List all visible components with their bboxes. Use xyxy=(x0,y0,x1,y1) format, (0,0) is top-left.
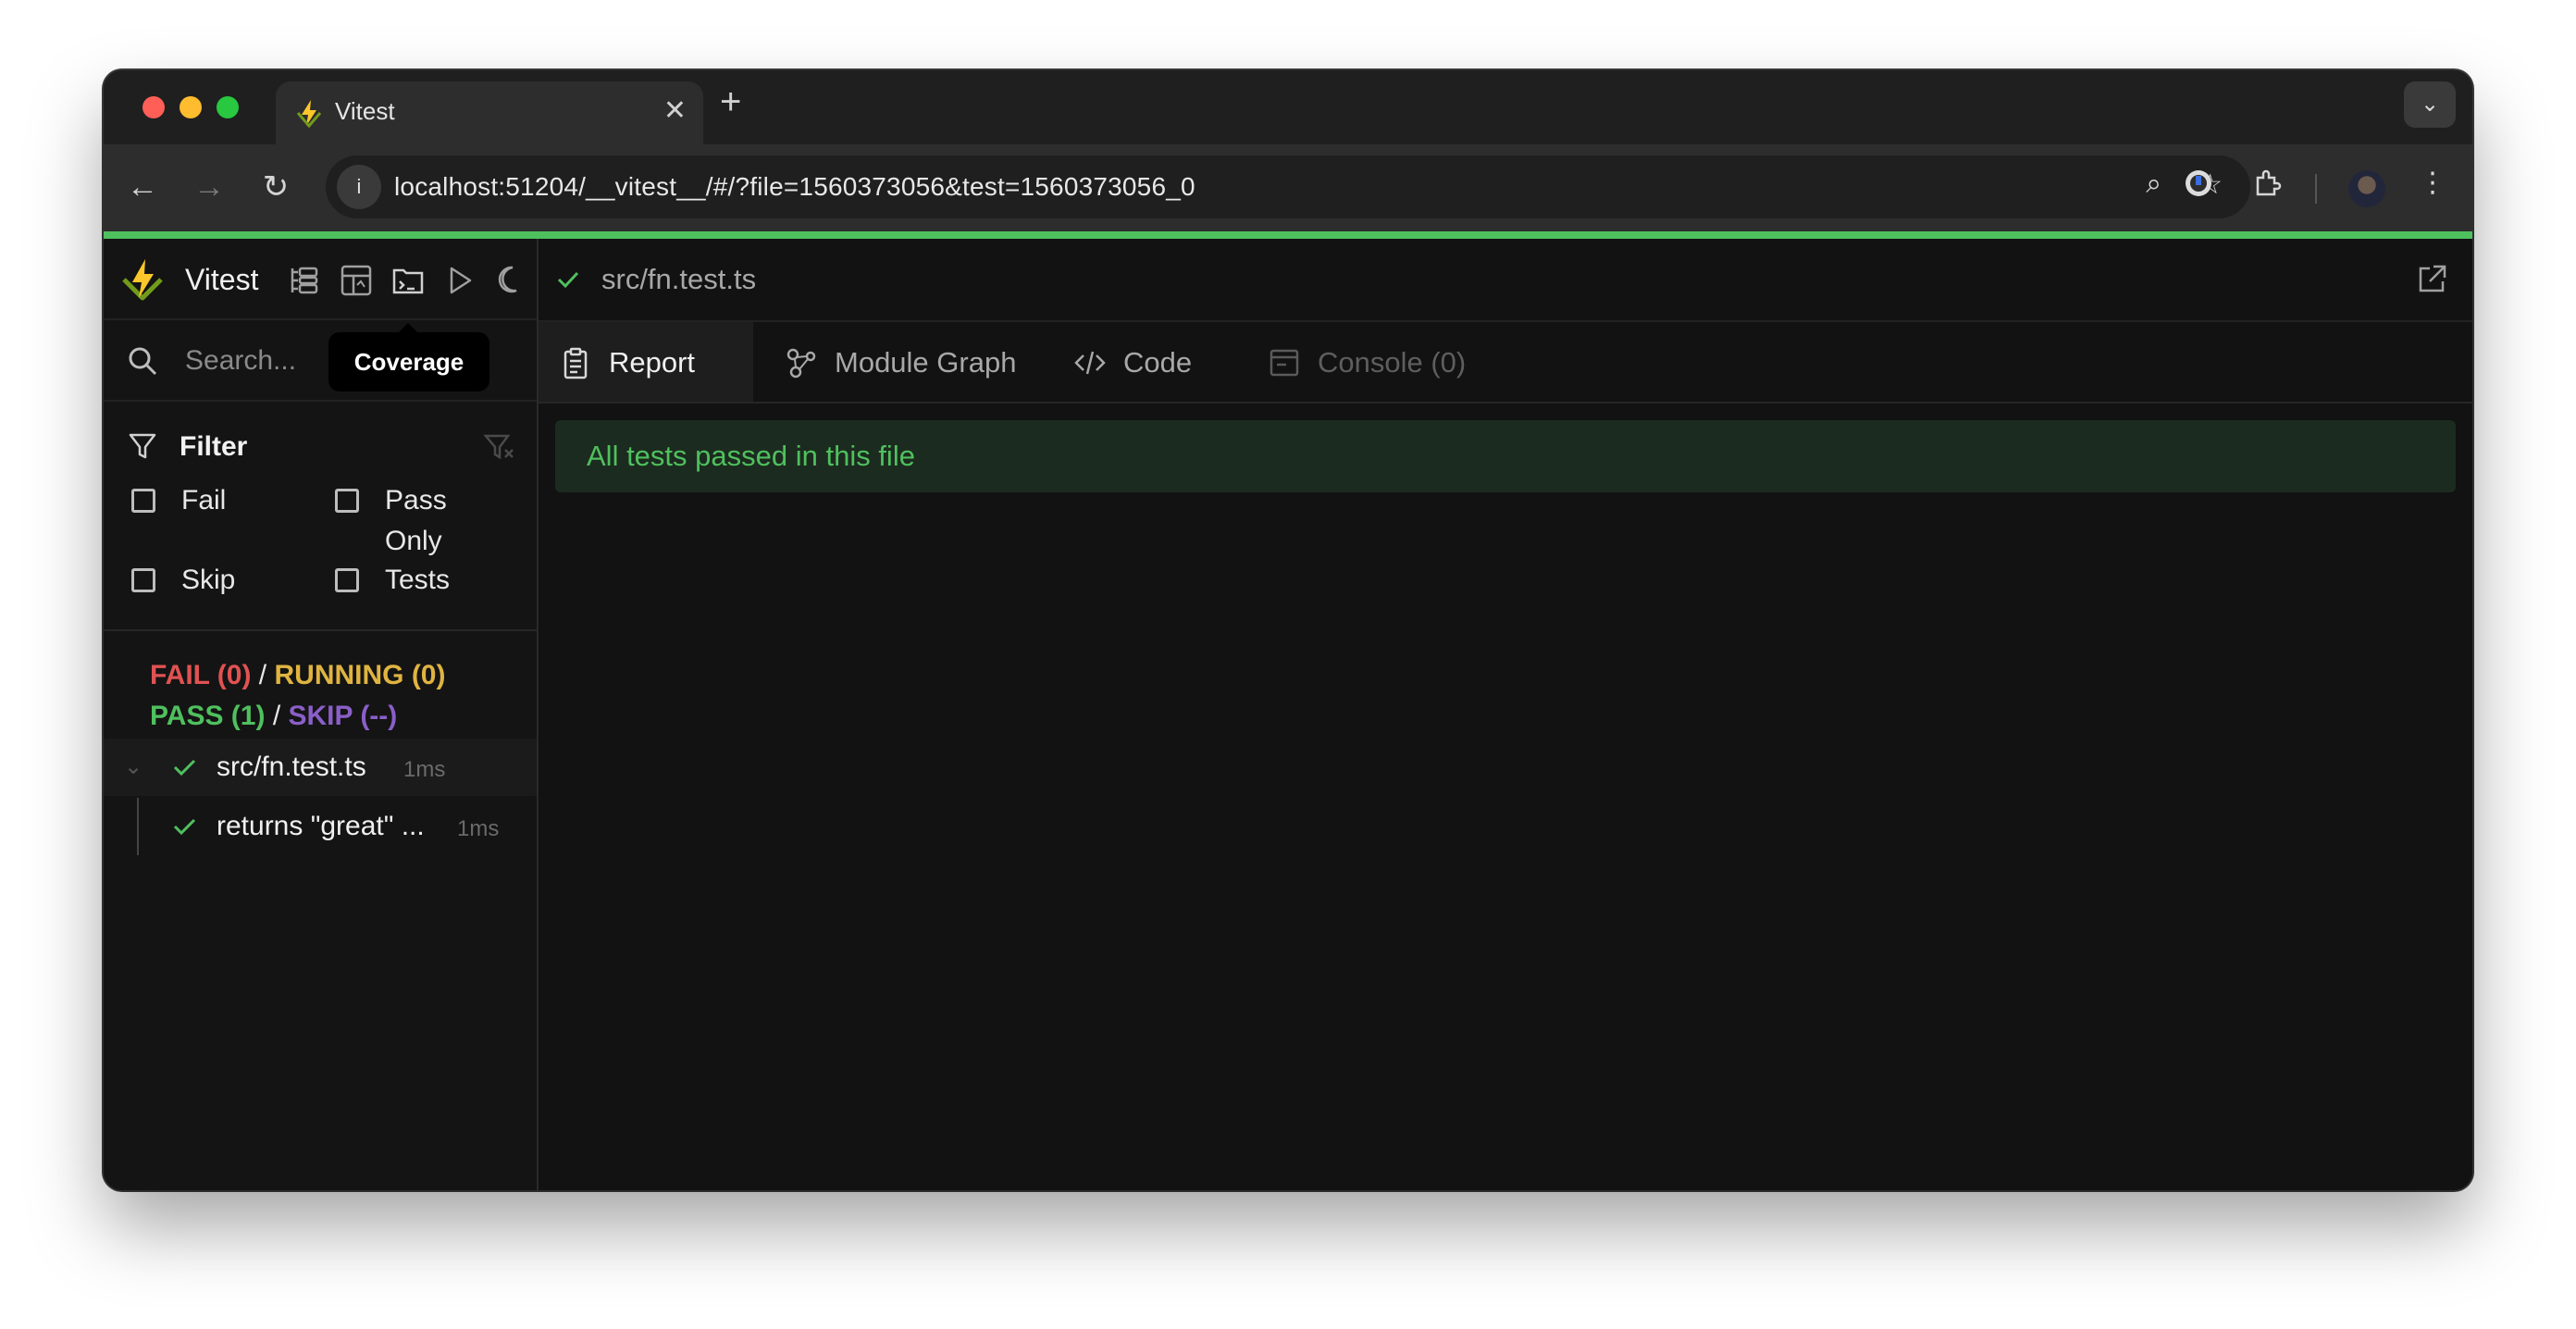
only-tests-label-line1: Only xyxy=(385,526,442,556)
browser-window: Vitest ✕ + ⌄ ← → ↻ i localhost:51204/__v… xyxy=(104,70,2472,1190)
tree-file-duration: 1ms xyxy=(403,757,446,782)
pass-checkbox[interactable] xyxy=(335,489,359,513)
reload-icon[interactable]: ↻ xyxy=(255,167,296,207)
tab-console[interactable]: Console (0) xyxy=(1247,322,1497,402)
dashboard-icon[interactable] xyxy=(339,263,374,298)
run-all-play-icon[interactable] xyxy=(442,263,477,298)
minimize-window-button[interactable] xyxy=(180,96,202,118)
current-file-path: src/fn.test.ts xyxy=(601,263,757,295)
search-icon xyxy=(129,347,157,376)
coverage-icon[interactable] xyxy=(390,263,426,298)
tree-test-duration: 1ms xyxy=(457,816,500,841)
tab-search-chevron-icon[interactable]: ⌄ xyxy=(2404,81,2456,128)
panel-tabs: Report Module Graph Code Console (0) xyxy=(539,322,2472,404)
tree-row-test[interactable]: returns "great" ... 1ms xyxy=(104,798,537,855)
tree-indent-guide xyxy=(137,798,139,855)
pass-check-icon xyxy=(173,818,196,836)
browser-tab[interactable]: Vitest ✕ xyxy=(276,81,703,144)
skip-checkbox-label: Skip xyxy=(181,565,236,595)
forward-arrow-icon[interactable]: → xyxy=(189,167,229,207)
running-count: RUNNING (0) xyxy=(274,660,446,690)
skip-count: SKIP (--) xyxy=(288,701,398,731)
url-text[interactable]: localhost:51204/__vitest__/#/?file=15603… xyxy=(394,172,1195,202)
open-external-icon[interactable] xyxy=(2415,263,2448,296)
main-header: src/fn.test.ts xyxy=(539,239,2472,322)
fail-count: FAIL (0) xyxy=(150,660,252,690)
extensions-puzzle-icon[interactable] xyxy=(2250,167,2284,207)
coverage-tooltip: Coverage xyxy=(328,323,489,391)
console-icon xyxy=(1269,349,1299,377)
tab-report-label: Report xyxy=(609,346,696,379)
summary-separator: / xyxy=(272,701,281,731)
password-manager-icon[interactable] xyxy=(2182,167,2215,200)
back-arrow-icon[interactable]: ← xyxy=(122,167,163,207)
test-summary: FAIL (0) / RUNNING (0) PASS (1) / SKIP (… xyxy=(150,655,445,737)
clipboard-icon xyxy=(564,347,588,379)
progress-bar xyxy=(104,231,2472,239)
sidebar: Vitest Search... Coverage Filter Fail Pa… xyxy=(104,239,539,1190)
collapse-all-icon[interactable] xyxy=(287,263,322,298)
search-input[interactable] xyxy=(183,337,326,385)
address-bar[interactable]: i localhost:51204/__vitest__/#/?file=156… xyxy=(326,155,2250,218)
toolbar-divider xyxy=(2315,174,2317,204)
pass-count: PASS (1) xyxy=(150,701,266,731)
tab-title: Vitest xyxy=(335,97,395,125)
fail-checkbox[interactable] xyxy=(131,489,155,513)
only-tests-checkbox[interactable] xyxy=(335,568,359,592)
profile-avatar[interactable] xyxy=(2348,170,2385,207)
graph-icon xyxy=(786,348,816,379)
site-info-icon[interactable]: i xyxy=(337,165,381,209)
zoom-icon[interactable]: ⌕ xyxy=(2146,168,2161,200)
tab-code[interactable]: Code xyxy=(1053,322,1238,402)
tree-file-name: src/fn.test.ts xyxy=(217,751,366,782)
tab-report[interactable]: Report xyxy=(539,322,753,402)
dark-mode-moon-icon[interactable] xyxy=(492,263,527,298)
pass-checkbox-label: Pass xyxy=(385,485,447,515)
tab-strip: Vitest ✕ + ⌄ xyxy=(104,70,2472,144)
filter-title: Filter xyxy=(180,431,248,462)
close-tab-icon[interactable]: ✕ xyxy=(663,94,687,127)
main-panel: src/fn.test.ts Report Module Graph Code … xyxy=(539,239,2472,1190)
only-tests-label-line2: Tests xyxy=(385,565,451,595)
vitest-favicon-icon xyxy=(296,100,322,128)
tree-row-file[interactable]: ⌄ src/fn.test.ts 1ms xyxy=(104,739,537,796)
clear-filter-icon[interactable] xyxy=(483,431,514,463)
fail-checkbox-label: Fail xyxy=(181,485,227,515)
sidebar-header: Vitest xyxy=(104,239,537,320)
browser-toolbar: ← → ↻ i localhost:51204/__vitest__/#/?fi… xyxy=(104,144,2472,231)
vitest-app: Vitest Search... Coverage Filter Fail Pa… xyxy=(104,239,2472,1190)
close-window-button[interactable] xyxy=(142,96,165,118)
pass-check-icon xyxy=(173,759,196,776)
tab-console-label: Console (0) xyxy=(1318,346,1467,379)
code-icon xyxy=(1074,351,1106,375)
tab-module-graph-label: Module Graph xyxy=(835,346,1017,379)
filter-funnel-icon xyxy=(129,433,156,459)
new-tab-button[interactable]: + xyxy=(720,83,741,120)
tree-test-name: returns "great" ... xyxy=(217,811,425,841)
pass-check-icon xyxy=(557,271,579,289)
tab-code-label: Code xyxy=(1123,346,1193,379)
maximize-window-button[interactable] xyxy=(217,96,239,118)
browser-menu-icon[interactable]: ⋮ xyxy=(2419,167,2446,199)
filter-panel: Filter Fail Pass Skip Only Tests xyxy=(104,402,537,631)
brand-name: Vitest xyxy=(185,263,259,296)
chevron-down-icon[interactable]: ⌄ xyxy=(124,753,142,780)
vitest-logo-icon xyxy=(122,259,163,301)
all-passed-banner: All tests passed in this file xyxy=(555,420,2456,492)
tab-module-graph[interactable]: Module Graph xyxy=(764,322,1033,402)
summary-separator: / xyxy=(258,660,267,690)
skip-checkbox[interactable] xyxy=(131,568,155,592)
